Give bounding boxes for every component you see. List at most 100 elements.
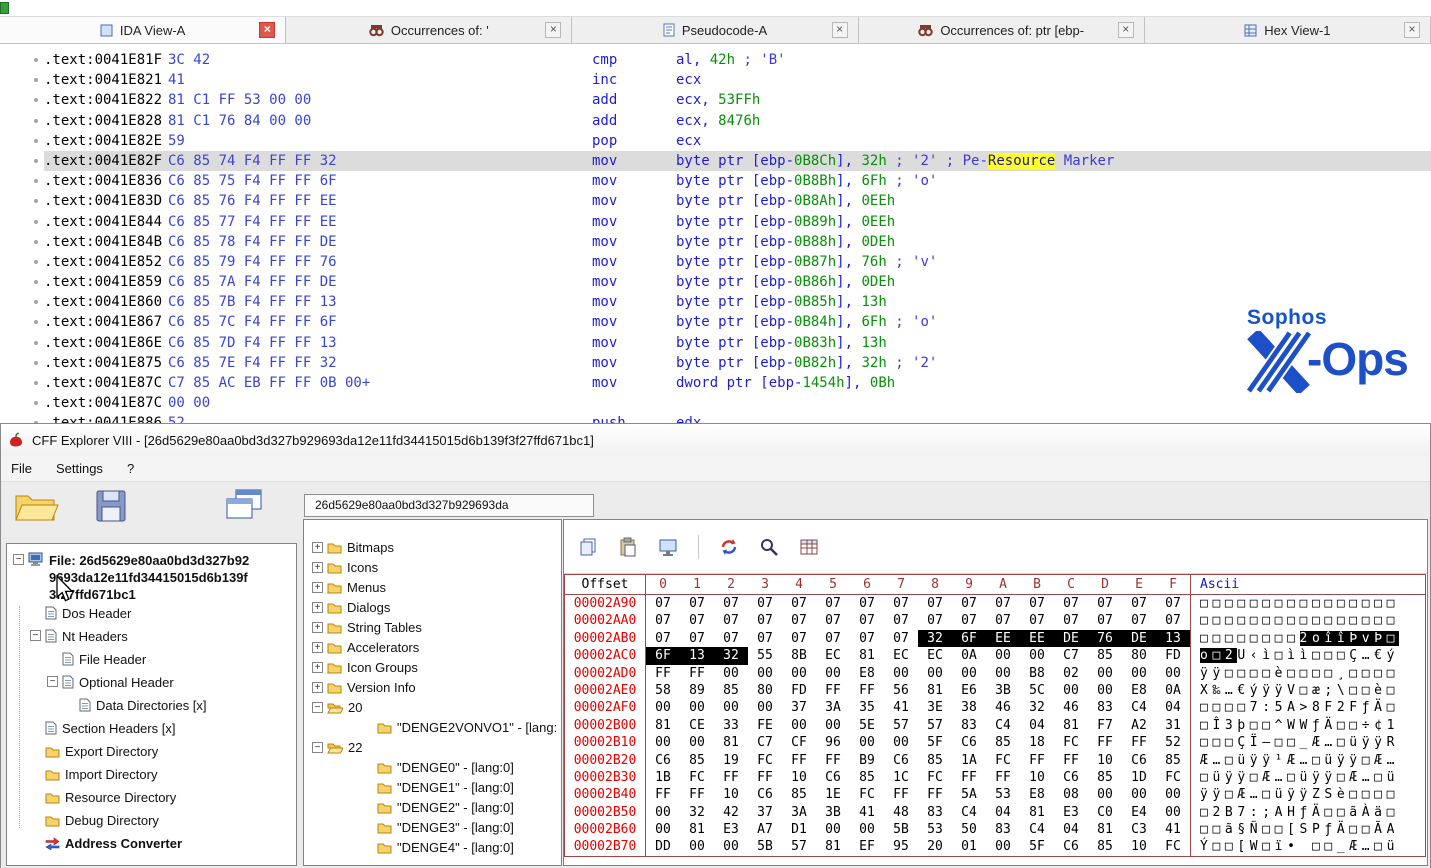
tree-item-section-headers-x[interactable]: Section Headers [x] [7,718,294,741]
hex-byte[interactable]: A2 [1122,717,1156,734]
hex-byte[interactable]: FC [1156,838,1190,855]
hex-byte[interactable]: 07 [782,612,816,629]
hex-byte[interactable]: 00 [1156,665,1190,682]
hex-byte[interactable]: EC [918,647,952,664]
hex-byte[interactable]: 07 [1020,595,1054,612]
hex-byte[interactable]: 07 [952,595,986,612]
open-folder-icon[interactable] [13,488,59,526]
tab-close-icon[interactable]: × [1404,22,1420,38]
tree-item-import-directory[interactable]: Import Directory [7,764,294,787]
hex-byte[interactable]: 53 [986,786,1020,803]
hex-byte[interactable]: 07 [680,630,714,647]
hex-byte[interactable]: 80 [1122,647,1156,664]
ascii-cell[interactable]: ÿÿ□Æ…□üÿÿZSè□□□□ [1191,786,1425,803]
hex-byte[interactable]: 00 [748,699,782,716]
hex-byte[interactable]: 5B [748,838,782,855]
menu-file[interactable]: File [11,461,32,476]
hex-byte[interactable]: 5C [1020,682,1054,699]
hex-byte[interactable]: 00 [646,804,680,821]
expand-icon[interactable]: + [312,542,323,553]
hex-byte[interactable]: 07 [748,612,782,629]
hex-byte[interactable]: 85 [782,786,816,803]
ida-toolbar-mini-icon[interactable] [0,2,9,14]
hex-byte[interactable]: 35 [850,699,884,716]
refresh-icon[interactable] [719,537,739,557]
hex-byte[interactable]: 37 [748,804,782,821]
asm-line[interactable]: .text:0041E88652pushedx [44,413,1431,423]
hex-byte[interactable]: B8 [1020,665,1054,682]
hex-byte[interactable]: FF [1122,734,1156,751]
hex-byte[interactable]: 00 [646,734,680,751]
tab-ida-view-a[interactable]: IDA View-A× [0,17,286,43]
hex-byte[interactable]: 32 [1020,699,1054,716]
hex-byte[interactable]: 3A [782,804,816,821]
hex-byte[interactable]: 07 [714,612,748,629]
hex-byte[interactable]: FF [1020,752,1054,769]
hex-byte[interactable]: 00 [646,821,680,838]
hex-byte[interactable]: 1B [646,769,680,786]
hex-byte[interactable]: 85 [1088,838,1122,855]
hex-byte[interactable]: 07 [714,630,748,647]
hex-byte[interactable]: 81 [1088,821,1122,838]
hex-byte[interactable]: EC [816,647,850,664]
hex-byte[interactable]: 89 [680,682,714,699]
hex-byte[interactable]: C7 [1054,647,1088,664]
hex-byte[interactable]: FC [850,786,884,803]
hex-byte[interactable]: 10 [1088,752,1122,769]
hex-byte[interactable]: 07 [918,595,952,612]
tree-item-denge0-lang-0[interactable]: "DENGE0" - [lang:0] [304,758,561,778]
hex-byte[interactable]: 07 [884,630,918,647]
hex-byte[interactable]: 81 [646,717,680,734]
hex-byte[interactable]: C6 [1054,838,1088,855]
hex-byte[interactable]: 07 [884,595,918,612]
hex-byte[interactable]: 00 [1020,647,1054,664]
hex-byte[interactable]: 5E [850,717,884,734]
hex-byte[interactable]: 07 [850,595,884,612]
hex-byte[interactable]: A7 [748,821,782,838]
expand-icon[interactable]: + [312,562,323,573]
hex-byte[interactable]: 85 [714,682,748,699]
ascii-cell[interactable]: Ý□□[W□ï• □□_Æ…□ü [1191,838,1425,855]
hex-byte[interactable]: 33 [714,717,748,734]
hex-byte[interactable]: 1D [1122,769,1156,786]
hex-byte[interactable]: 85 [680,752,714,769]
tree-item-nt-headers[interactable]: −Nt Headers [7,626,294,649]
table-icon[interactable] [799,537,819,557]
hex-byte[interactable]: 07 [816,612,850,629]
hex-byte[interactable]: 48 [884,804,918,821]
hex-byte[interactable]: 00 [680,734,714,751]
hex-byte[interactable]: FF [952,769,986,786]
hex-byte[interactable]: C6 [646,752,680,769]
hex-byte[interactable]: 57 [782,838,816,855]
hex-byte[interactable]: 07 [1088,595,1122,612]
hex-byte[interactable]: 00 [986,665,1020,682]
hex-byte[interactable]: 10 [1122,838,1156,855]
tab-close-icon[interactable]: × [259,22,275,38]
hex-byte[interactable]: 41 [884,699,918,716]
hex-byte[interactable]: 81 [850,647,884,664]
hex-byte[interactable]: 0A [952,647,986,664]
search-icon[interactable] [759,537,779,557]
hex-byte[interactable]: 07 [986,595,1020,612]
ascii-cell[interactable]: ÿÿ□□□□è□□□□¸□□□□ [1191,665,1425,682]
hex-byte[interactable]: 02 [1054,665,1088,682]
tab-pseudocode-a[interactable]: Pseudocode-A× [572,17,858,43]
tree-item-file-26d5629e80aa0bd3d327b929693da12e11fd34415015d6b139f3f27ffd671bc1[interactable]: −File: 26d5629e80aa0bd3d327b929693da12e1… [7,550,294,603]
hex-byte[interactable]: 10 [1020,769,1054,786]
hex-byte[interactable]: FF [850,682,884,699]
hex-byte[interactable]: 5B [884,821,918,838]
ascii-cell[interactable]: □□□□□□□□□□□□□□□□ [1191,612,1425,629]
hex-byte[interactable]: 00 [884,734,918,751]
ascii-cell[interactable]: □□□□□□□□2oîîÞvÞ□ [1191,630,1425,647]
hex-byte[interactable]: 81 [1054,717,1088,734]
hex-byte[interactable]: 41 [850,804,884,821]
hex-byte[interactable]: FF [986,769,1020,786]
monitor-icon[interactable] [658,537,678,557]
hex-byte[interactable]: 07 [1088,612,1122,629]
hex-byte[interactable]: 1E [816,786,850,803]
hex-byte[interactable]: 07 [952,612,986,629]
hex-byte[interactable]: FF [816,752,850,769]
hex-byte[interactable]: E6 [952,682,986,699]
hex-byte[interactable]: 00 [986,838,1020,855]
hex-byte[interactable]: 07 [816,630,850,647]
